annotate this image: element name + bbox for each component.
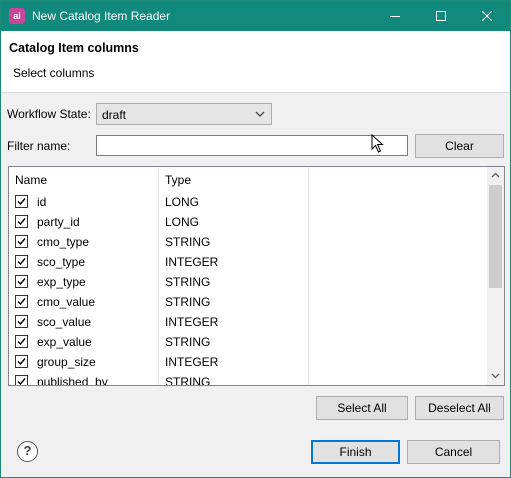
- checkbox[interactable]: [15, 375, 28, 385]
- table-row[interactable]: group_size INTEGER: [9, 352, 489, 372]
- checkmark-icon: [17, 278, 26, 286]
- app-icon: ai: [9, 8, 25, 24]
- workflow-state-value: draft: [102, 108, 127, 122]
- checkbox[interactable]: [15, 355, 28, 368]
- cell-type: LONG: [165, 215, 200, 229]
- finish-button[interactable]: Finish: [311, 440, 400, 464]
- scroll-down-icon[interactable]: [491, 373, 500, 379]
- table-row[interactable]: id LONG: [9, 192, 489, 212]
- window-title: New Catalog Item Reader: [32, 9, 171, 23]
- checkbox[interactable]: [15, 295, 28, 308]
- cell-name: sco_type: [37, 255, 86, 269]
- table-row[interactable]: cmo_type STRING: [9, 232, 489, 252]
- cell-type: STRING: [165, 335, 211, 349]
- table-row[interactable]: exp_value STRING: [9, 332, 489, 352]
- title-bar[interactable]: ai New Catalog Item Reader: [1, 1, 510, 31]
- header-type[interactable]: Type: [165, 173, 191, 187]
- cell-type: INTEGER: [165, 255, 219, 269]
- checkbox[interactable]: [15, 275, 28, 288]
- checkbox[interactable]: [15, 335, 28, 348]
- cell-type: STRING: [165, 375, 211, 386]
- minimize-icon: [390, 16, 400, 17]
- cancel-button[interactable]: Cancel: [407, 440, 500, 464]
- checkbox[interactable]: [15, 235, 28, 248]
- cell-type: INTEGER: [165, 315, 219, 329]
- header-title: Catalog Item columns: [9, 41, 139, 55]
- cell-name: cmo_value: [37, 295, 96, 309]
- cell-type: STRING: [165, 275, 211, 289]
- workflow-state-select[interactable]: draft: [96, 103, 272, 125]
- close-icon: [482, 11, 492, 21]
- checkmark-icon: [17, 218, 26, 226]
- workflow-state-label: Workflow State:: [7, 107, 91, 121]
- maximize-button[interactable]: [418, 1, 464, 31]
- deselect-all-button[interactable]: Deselect All: [415, 396, 504, 420]
- checkmark-icon: [17, 378, 26, 385]
- cell-type: LONG: [165, 195, 200, 209]
- checkbox[interactable]: [15, 315, 28, 328]
- table-row[interactable]: sco_value INTEGER: [9, 312, 489, 332]
- columns-table[interactable]: Name Type id LONG party_id LONG cmo_type…: [8, 166, 505, 386]
- chevron-down-icon: [255, 111, 265, 117]
- minimize-button[interactable]: [372, 1, 418, 31]
- select-all-button[interactable]: Select All: [316, 396, 408, 420]
- dialog-window: ai New Catalog Item Reader Catalog Item …: [0, 0, 511, 478]
- cell-name: sco_value: [37, 315, 92, 329]
- cell-name: exp_type: [37, 275, 86, 289]
- cell-type: STRING: [165, 235, 211, 249]
- checkmark-icon: [17, 298, 26, 306]
- table-row[interactable]: party_id LONG: [9, 212, 489, 232]
- scrollbar-thumb[interactable]: [489, 185, 502, 288]
- maximize-icon: [436, 11, 446, 21]
- checkmark-icon: [17, 238, 26, 246]
- cell-name: exp_value: [37, 335, 92, 349]
- cell-name: cmo_type: [37, 235, 90, 249]
- mouse-cursor-icon: [371, 134, 384, 153]
- close-button[interactable]: [464, 1, 510, 31]
- scroll-up-icon[interactable]: [491, 172, 500, 178]
- checkmark-icon: [17, 338, 26, 346]
- filter-name-input[interactable]: [96, 135, 408, 156]
- table-row[interactable]: cmo_value STRING: [9, 292, 489, 312]
- dialog-header: Catalog Item columns Select columns: [1, 31, 510, 93]
- header-name[interactable]: Name: [15, 173, 47, 187]
- checkbox[interactable]: [15, 195, 28, 208]
- cell-name: group_size: [37, 355, 96, 369]
- checkmark-icon: [17, 358, 26, 366]
- header-subtitle: Select columns: [13, 66, 95, 80]
- checkmark-icon: [17, 258, 26, 266]
- cell-name: published_by: [37, 375, 108, 386]
- checkmark-icon: [17, 198, 26, 206]
- vertical-scrollbar[interactable]: [487, 167, 504, 385]
- table-row[interactable]: sco_type INTEGER: [9, 252, 489, 272]
- help-icon[interactable]: ?: [17, 441, 38, 462]
- cell-type: INTEGER: [165, 355, 219, 369]
- table-row[interactable]: exp_type STRING: [9, 272, 489, 292]
- cell-type: STRING: [165, 295, 211, 309]
- clear-button[interactable]: Clear: [415, 134, 504, 158]
- table-row[interactable]: published_by STRING: [9, 372, 489, 386]
- table-header: Name Type: [9, 167, 489, 191]
- cell-name: id: [37, 195, 47, 209]
- cell-name: party_id: [37, 215, 80, 229]
- checkbox[interactable]: [15, 215, 28, 228]
- checkmark-icon: [17, 318, 26, 326]
- filter-name-label: Filter name:: [7, 139, 71, 153]
- checkbox[interactable]: [15, 255, 28, 268]
